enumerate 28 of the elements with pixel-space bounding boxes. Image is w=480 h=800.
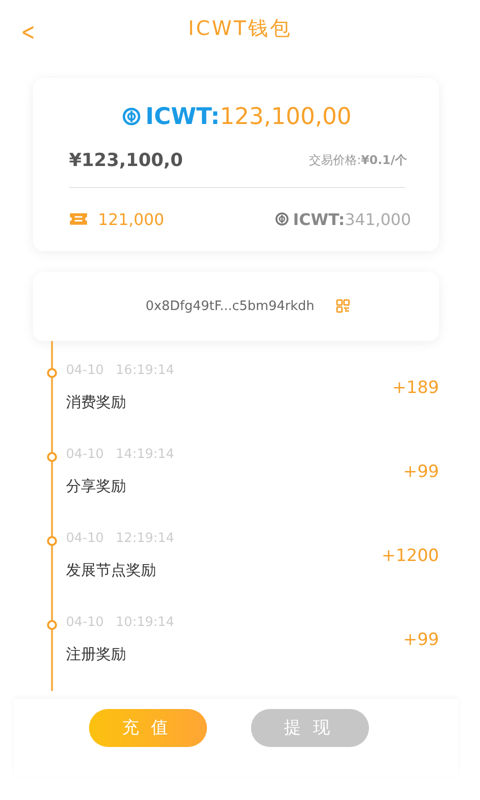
page-title: ICWT钱包 (188, 14, 292, 42)
timeline-dot (47, 620, 57, 630)
token-label: ICWT: (145, 104, 220, 130)
token-label: ICWT: (293, 210, 345, 229)
qr-code-icon[interactable] (336, 299, 350, 314)
token-amount: 123,100,00 (220, 104, 352, 130)
coin-icon (275, 212, 290, 226)
fiat-amount: ¥123,100,0 (69, 150, 183, 171)
timeline-dot (47, 452, 57, 462)
record-amount: +189 (392, 378, 439, 398)
action-button[interactable]: 充值 (89, 708, 207, 747)
record-title: 发展节点奖励 (66, 560, 157, 580)
record-title: 注册奖励 (66, 644, 127, 664)
ticket-amount: 121,000 (98, 210, 164, 229)
record-title: 消费奖励 (66, 392, 127, 412)
record-amount: +1200 (381, 546, 439, 566)
timeline-dot (47, 368, 57, 378)
coin-icon (122, 107, 142, 126)
record-amount: +99 (403, 462, 439, 482)
token-amount: 341,000 (344, 210, 411, 229)
price-value: ¥0.1/个 (361, 152, 407, 169)
record-title: 分享奖励 (66, 476, 127, 496)
ticket-icon (69, 212, 88, 226)
wallet-address: 0x8Dfg49tF...c5bm94rkdh (146, 298, 314, 314)
record-amount: +99 (403, 630, 439, 650)
price-label: 交易价格: (308, 152, 361, 169)
back-button[interactable]: < (21, 18, 36, 46)
timeline-dot (47, 536, 57, 546)
